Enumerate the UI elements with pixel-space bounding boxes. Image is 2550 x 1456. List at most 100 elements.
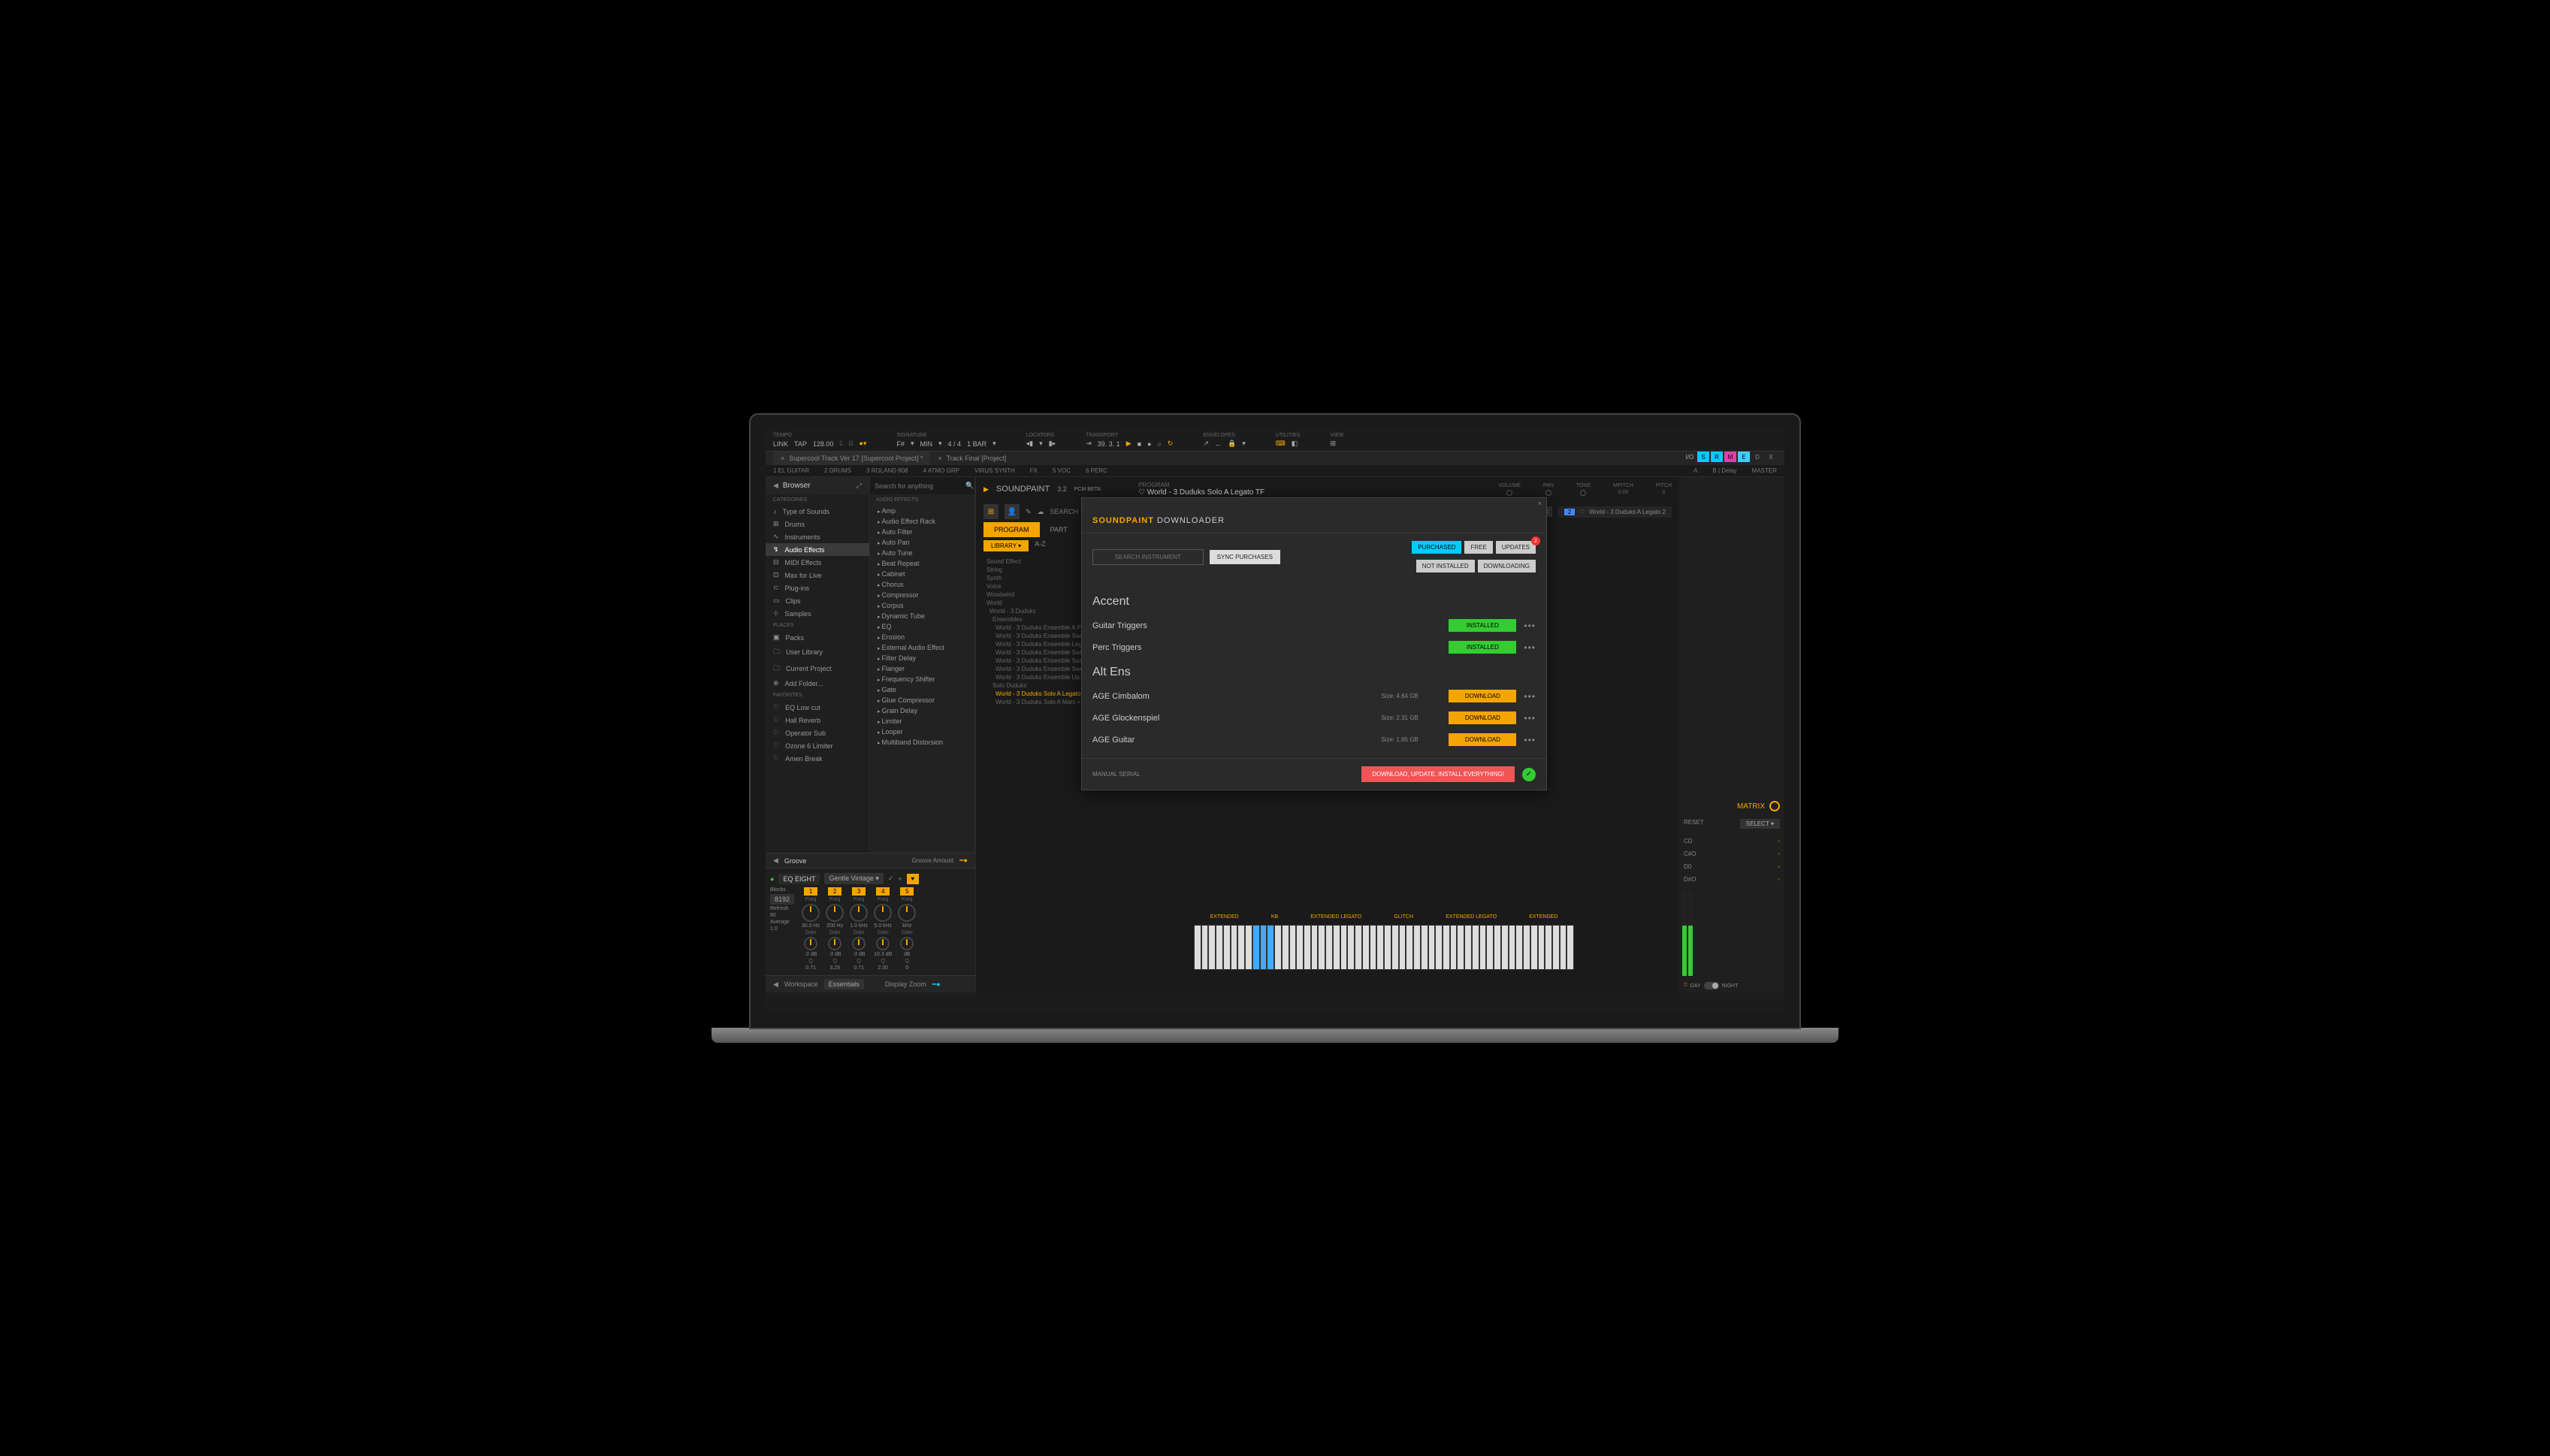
fx-item[interactable]: Looper	[870, 726, 974, 737]
view-toggle-icon[interactable]: ⊞	[1330, 440, 1336, 448]
freq-knob[interactable]	[826, 904, 844, 922]
fav-item[interactable]: ♡EQ Low cut	[766, 701, 869, 714]
piano-key[interactable]	[1567, 925, 1574, 970]
download-all-button[interactable]: DOWNLOAD, UPDATE, INSTALL EVERYTHING!	[1361, 766, 1515, 782]
bpm-value[interactable]: 128.00	[813, 440, 834, 448]
place-packs[interactable]: ▣Packs	[766, 631, 869, 644]
piano-key[interactable]	[1472, 925, 1479, 970]
stop-icon[interactable]: ■	[1138, 440, 1141, 448]
piano-key[interactable]	[1362, 925, 1370, 970]
refresh-val[interactable]: 60	[770, 913, 794, 918]
fav-item[interactable]: ♡Ozone 6 Limiter	[766, 739, 869, 752]
piano-key[interactable]	[1413, 925, 1421, 970]
piano-key[interactable]	[1391, 925, 1399, 970]
theme-toggle[interactable]: ⦙⦙⦙ DAY NIGHT	[1679, 979, 1784, 992]
piano-key[interactable]	[1560, 925, 1567, 970]
locator-prev-icon[interactable]: ◂▮	[1026, 440, 1033, 448]
fx-item[interactable]: Auto Pan	[870, 537, 974, 548]
piano-key[interactable]	[1494, 925, 1501, 970]
search-instrument-input[interactable]	[1092, 549, 1204, 565]
fx-item[interactable]: Flanger	[870, 663, 974, 674]
library-icon[interactable]: ⊞	[983, 504, 999, 519]
manual-serial-link[interactable]: MANUAL SERIAL	[1092, 771, 1141, 778]
fx-item[interactable]: Beat Repeat	[870, 558, 974, 569]
download-button[interactable]: DOWNLOAD	[1449, 690, 1516, 702]
e-toggle[interactable]: E	[1738, 452, 1750, 462]
s-toggle[interactable]: S	[1697, 452, 1709, 462]
piano-key[interactable]	[1457, 925, 1464, 970]
pitch-knob[interactable]: PITCH0	[1656, 483, 1672, 496]
piano-key[interactable]	[1538, 925, 1545, 970]
more-icon[interactable]: •••	[1524, 735, 1536, 745]
eq-band[interactable]: 3 Freq 1.0 kHz Gain -3 dB Q 0.71	[850, 887, 868, 971]
favorite-button[interactable]: ♥	[907, 874, 919, 884]
midi-icon[interactable]: ◧	[1292, 440, 1298, 448]
piano-key[interactable]	[1245, 925, 1252, 970]
piano-keyboard[interactable]: EXTENDED KB EXTENDED LEGATO GLITCH EXTEN…	[1194, 925, 1574, 970]
piano-key[interactable]	[1501, 925, 1509, 970]
return-a[interactable]: A	[1693, 467, 1697, 474]
cat-drums[interactable]: ⊞Drums	[766, 518, 869, 530]
freq-knob[interactable]	[802, 904, 820, 922]
fx-item[interactable]: Grain Delay	[870, 705, 974, 716]
piano-key[interactable]	[1450, 925, 1458, 970]
heart-icon[interactable]: ♡	[1138, 488, 1145, 497]
fx-item[interactable]: Limiter	[870, 716, 974, 726]
cat-sounds[interactable]: ♪Type of Sounds	[766, 506, 869, 518]
slot-2[interactable]: 2♡World - 3 Duduks A Legato 2	[1558, 506, 1672, 518]
piano-key[interactable]	[1274, 925, 1282, 970]
piano-key[interactable]	[1325, 925, 1333, 970]
eq-band[interactable]: 1 Freq 30.0 Hz Gain -2 dB Q 0.71	[802, 887, 820, 971]
piano-key[interactable]	[1347, 925, 1355, 970]
fav-item[interactable]: ♡Hall Reverb	[766, 714, 869, 726]
piano-key[interactable]	[1216, 925, 1223, 970]
piano-key[interactable]	[1282, 925, 1289, 970]
d-toggle[interactable]: D	[1751, 452, 1763, 462]
preset-add-icon[interactable]: +	[898, 875, 902, 883]
env-pencil-icon[interactable]: ↗	[1203, 440, 1209, 448]
cat-clips[interactable]: ▭Clips	[766, 594, 869, 607]
overdub-icon[interactable]: ○	[1157, 440, 1161, 448]
tab-part[interactable]: PART	[1040, 522, 1078, 537]
preset-check-icon[interactable]: ✓	[888, 875, 894, 883]
matrix-button[interactable]: MATRIX	[1679, 796, 1784, 816]
scale-select[interactable]: MIN	[920, 440, 933, 448]
fav-item[interactable]: ♡Amen Break	[766, 752, 869, 765]
piano-key[interactable]	[1201, 925, 1209, 970]
close-icon[interactable]: ×	[1538, 500, 1542, 507]
search-icon[interactable]: 🔍	[965, 482, 974, 490]
program-name[interactable]: ♡ World - 3 Duduks Solo A Legato TF	[1138, 488, 1264, 497]
env-lock-icon[interactable]: 🔒	[1228, 440, 1236, 448]
track-1[interactable]: 1 EL GUITAR	[773, 467, 809, 474]
piano-key[interactable]	[1443, 925, 1450, 970]
env-reenable-icon[interactable]: ▾	[1242, 440, 1246, 448]
place-userlib[interactable]: 🗀User Library	[766, 644, 869, 660]
track-2[interactable]: 2 DRUMS	[824, 467, 851, 474]
band-number[interactable]: 1	[804, 887, 817, 896]
fx-item[interactable]: Gate	[870, 684, 974, 695]
eq-band[interactable]: 4 Freq 5.0 kHz Gain 10.3 dB Q 2.00	[874, 887, 892, 971]
key-select[interactable]: F#	[896, 440, 905, 448]
essentials-select[interactable]: Essentials	[824, 979, 864, 989]
eq-band[interactable]: 2 Freq 200 Hz Gain -3 dB Q 3.28	[826, 887, 844, 971]
x-toggle[interactable]: X	[1765, 452, 1777, 462]
gain-knob[interactable]	[804, 937, 817, 950]
filter-purchased[interactable]: PURCHASED	[1412, 541, 1461, 554]
track-3[interactable]: 3 ROLAND 808	[866, 467, 908, 474]
gain-knob[interactable]	[876, 937, 890, 950]
piano-key[interactable]	[1523, 925, 1530, 970]
piano-key[interactable]	[1376, 925, 1384, 970]
eq-band[interactable]: 5 Freq kHz Gain dB Q 0	[898, 887, 916, 971]
place-current[interactable]: 🗀Current Project	[766, 660, 869, 677]
gain-knob[interactable]	[900, 937, 914, 950]
r-toggle[interactable]: R	[1711, 452, 1723, 462]
loop-icon[interactable]: ↻	[1168, 440, 1174, 448]
fx-item[interactable]: Compressor	[870, 590, 974, 600]
keyboard-icon[interactable]: ⌨	[1276, 440, 1286, 448]
freq-knob[interactable]	[898, 904, 916, 922]
fx-item[interactable]: EQ	[870, 621, 974, 632]
track-7[interactable]: 5 VOC	[1053, 467, 1071, 474]
download-button[interactable]: DOWNLOAD	[1449, 711, 1516, 724]
band-number[interactable]: 3	[852, 887, 866, 896]
pan-knob[interactable]: PAN	[1543, 483, 1554, 496]
